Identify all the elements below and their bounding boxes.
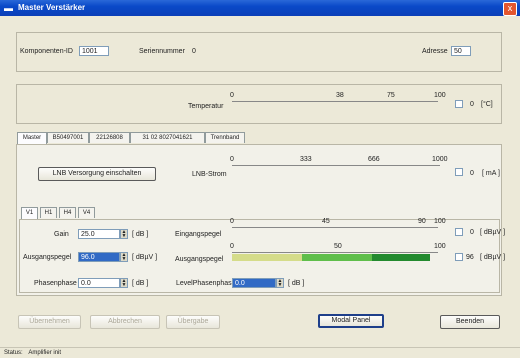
lnb-tick-2: 666 bbox=[368, 156, 380, 163]
status-label: Status: bbox=[4, 350, 23, 356]
temp-tick-3: 100 bbox=[434, 92, 446, 99]
input-tick-3: 100 bbox=[434, 218, 446, 225]
temp-tick-0: 0 bbox=[230, 92, 234, 99]
level-phase-label: LevelPhasenphase bbox=[176, 280, 236, 287]
temperature-scale bbox=[232, 101, 438, 102]
lnb-scale bbox=[232, 165, 440, 166]
level-phase-field[interactable]: 0.0 bbox=[232, 278, 276, 288]
component-id-field[interactable]: 1001 bbox=[79, 46, 109, 56]
temperature-label: Temperatur bbox=[188, 103, 224, 110]
serial-label: Seriennummer bbox=[139, 48, 185, 55]
level-phase-unit: [ dB ] bbox=[288, 280, 305, 287]
app-icon: ▬ bbox=[4, 3, 13, 13]
lnb-unit: [ mA ] bbox=[482, 170, 500, 177]
input-meter-scale bbox=[232, 227, 438, 228]
status-value: Amplifier init bbox=[28, 350, 62, 356]
address-field[interactable]: 50 bbox=[451, 46, 471, 56]
temperature-value: 0 bbox=[470, 101, 474, 108]
output-meter-scale bbox=[232, 252, 438, 253]
lnb-tick-3: 1000 bbox=[432, 156, 448, 163]
output-meter-indicator bbox=[455, 253, 463, 261]
transfer-button[interactable]: Übergabe bbox=[166, 315, 220, 329]
output-tick-1: 50 bbox=[334, 243, 342, 250]
subtab-v4[interactable]: V4 bbox=[78, 207, 95, 218]
phase-label: Phasenphase bbox=[34, 280, 77, 287]
output-level-stepper[interactable]: ▲ ▼ bbox=[120, 252, 128, 262]
input-tick-0: 0 bbox=[230, 218, 234, 225]
temperature-panel bbox=[16, 84, 502, 124]
subtab-h4[interactable]: H4 bbox=[59, 207, 76, 218]
lnb-indicator bbox=[455, 168, 463, 176]
serial-value: 0 bbox=[192, 48, 196, 55]
output-level-bar bbox=[232, 254, 438, 261]
phase-unit: [ dB ] bbox=[132, 280, 149, 287]
lnb-tick-0: 0 bbox=[230, 156, 234, 163]
phase-field[interactable]: 0.0 bbox=[78, 278, 120, 288]
close-button[interactable]: Beenden bbox=[440, 315, 500, 329]
output-level-label: Ausgangspegel bbox=[23, 254, 72, 261]
close-icon[interactable]: x bbox=[503, 2, 517, 16]
lnb-tick-1: 333 bbox=[300, 156, 312, 163]
output-level-unit: [ dBµV ] bbox=[132, 254, 158, 261]
temperature-indicator bbox=[455, 100, 463, 108]
tab-master[interactable]: Master bbox=[17, 132, 47, 144]
tab-trennband[interactable]: Trennband bbox=[205, 132, 245, 143]
gain-stepper[interactable]: ▲ ▼ bbox=[120, 229, 128, 239]
output-tick-0: 0 bbox=[230, 243, 234, 250]
input-meter-value: 0 bbox=[470, 229, 474, 236]
lnb-current-label: LNB-Strom bbox=[192, 171, 227, 178]
tab-b50497001[interactable]: B50497001 bbox=[47, 132, 89, 143]
subtab-v1[interactable]: V1 bbox=[21, 207, 38, 219]
output-level-field[interactable]: 96.0 bbox=[78, 252, 120, 262]
output-meter-label: Ausgangspegel bbox=[175, 256, 224, 263]
output-meter-unit: [ dBµV ] bbox=[480, 254, 506, 261]
sub-tab-strip: V1 H1 H4 V4 bbox=[21, 207, 111, 219]
temperature-unit: [°C] bbox=[481, 101, 493, 108]
output-bar-light-green bbox=[302, 254, 372, 261]
level-phase-stepper[interactable]: ▲ ▼ bbox=[276, 278, 284, 288]
address-label: Adresse bbox=[422, 48, 448, 55]
subtab-h1[interactable]: H1 bbox=[40, 207, 57, 218]
apply-button[interactable]: Übernehmen bbox=[18, 315, 81, 329]
tab-31028027041621[interactable]: 31 02 8027041621 bbox=[130, 132, 205, 143]
gain-field[interactable]: 25.0 bbox=[78, 229, 120, 239]
tab-22126808[interactable]: 22126808 bbox=[89, 132, 130, 143]
component-id-label: Komponenten-ID bbox=[20, 48, 73, 55]
temp-tick-1: 38 bbox=[336, 92, 344, 99]
main-window: ▬ Master Verstärker x Komponenten-ID 100… bbox=[0, 0, 520, 358]
output-bar-yellow bbox=[232, 254, 302, 261]
output-meter-value: 96 bbox=[466, 254, 474, 261]
status-bar: Status: Amplifier init bbox=[0, 347, 520, 358]
output-bar-dark-green bbox=[372, 254, 430, 261]
lnb-value: 0 bbox=[470, 170, 474, 177]
modal-panel-button[interactable]: Modal Panel bbox=[318, 314, 384, 328]
input-tick-2: 90 bbox=[418, 218, 426, 225]
input-meter-indicator bbox=[455, 228, 463, 236]
gain-label: Gain bbox=[54, 231, 69, 238]
title-bar: ▬ Master Verstärker x bbox=[0, 0, 520, 16]
temp-tick-2: 75 bbox=[387, 92, 395, 99]
window-title: Master Verstärker bbox=[18, 3, 86, 12]
gain-unit: [ dB ] bbox=[132, 231, 149, 238]
cancel-button[interactable]: Abbrechen bbox=[90, 315, 160, 329]
main-tab-strip: Master B50497001 22126808 31 02 80270416… bbox=[17, 132, 317, 144]
lnb-power-button[interactable]: LNB Versorgung einschalten bbox=[38, 167, 156, 181]
phase-stepper[interactable]: ▲ ▼ bbox=[120, 278, 128, 288]
input-meter-label: Eingangspegel bbox=[175, 231, 222, 238]
input-tick-1: 45 bbox=[322, 218, 330, 225]
input-meter-unit: [ dBµV ] bbox=[480, 229, 506, 236]
output-tick-2: 100 bbox=[434, 243, 446, 250]
